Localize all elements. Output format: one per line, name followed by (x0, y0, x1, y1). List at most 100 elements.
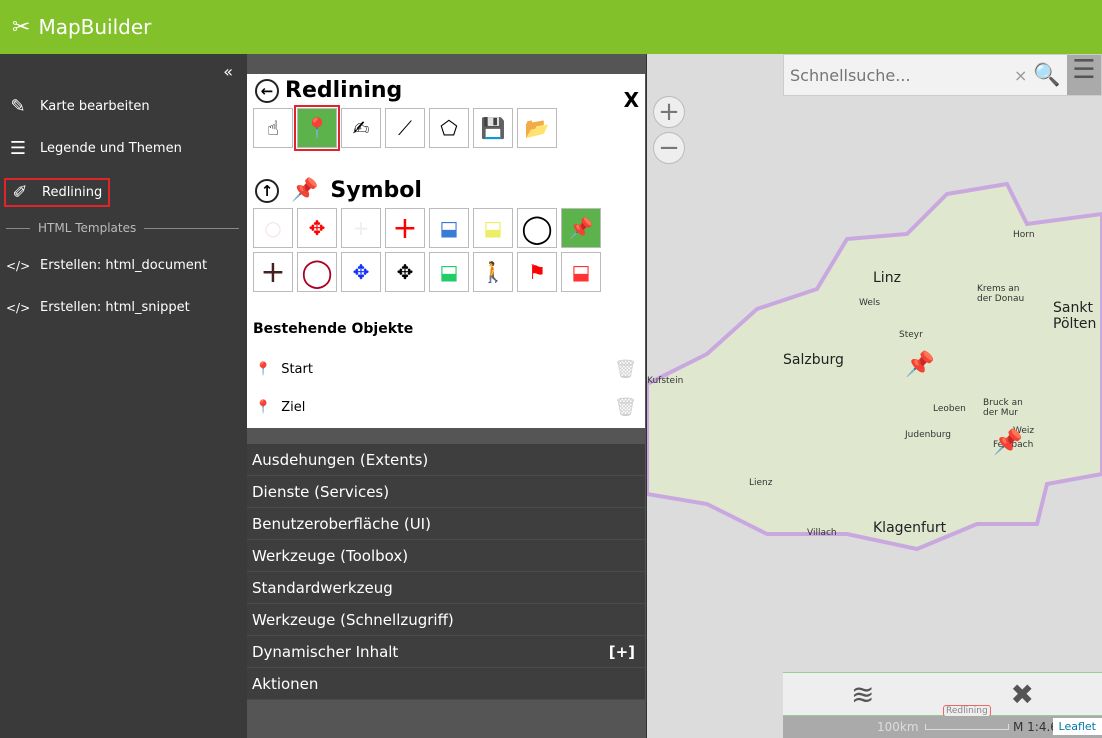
symbol-circle-black[interactable]: ◯ (517, 208, 557, 248)
city-label: Wels (859, 298, 881, 308)
accordion-quick-tools[interactable]: Werkzeuge (Schnellzugriff) (247, 604, 645, 636)
symbol-circle-crimson[interactable]: ◯ (297, 252, 337, 292)
menu-icon[interactable]: ☰ (1067, 55, 1101, 95)
city-label: Lienz (749, 478, 773, 488)
accordion-extents[interactable]: Ausdehungen (Extents) (247, 444, 645, 476)
map-marker-icon: 📍 (255, 400, 272, 415)
redlining-panel: ← Redlining X ☝ 📍 ✍ ⟋ ⬠ 💾 📂 ↑ 📌 Symbol ○ ✥ … (247, 74, 645, 428)
list-icon: ☰ (9, 138, 27, 159)
symbol-arrows-red[interactable]: ✥ (297, 208, 337, 248)
trash-icon[interactable]: 🗑 (614, 397, 637, 418)
map-view[interactable]: Linz Salzburg Sankt Pölten Klagenfurt We… (647, 54, 1102, 738)
polyline-button[interactable]: ⟋ (385, 108, 425, 148)
polygon-button[interactable]: ⬠ (429, 108, 469, 148)
accordion-label: Werkzeuge (Toolbox) (252, 546, 409, 565)
accordion-toolbox[interactable]: Werkzeuge (Toolbox) (247, 540, 645, 572)
up-arrow-icon[interactable]: ↑ (255, 178, 279, 203)
search-input[interactable] (784, 65, 1014, 85)
redlining-toolbar: ☝ 📍 ✍ ⟋ ⬠ 💾 📂 (253, 105, 557, 151)
code-icon: </> (6, 300, 31, 315)
city-label: Krems an der Donau (977, 284, 1025, 304)
object-label: Start (281, 362, 313, 377)
accordion-dynamic-content[interactable]: Dynamischer Inhalt [+] (247, 636, 645, 668)
accordion-label: Benutzeroberfläche (UI) (252, 514, 431, 533)
scale-bar: 100km M 1:4.6 Leaflet (783, 716, 1102, 738)
pan-hand-button[interactable]: ☝ (253, 108, 293, 148)
layers-icon[interactable]: ≋ (851, 678, 874, 711)
symbol-arrows-black[interactable]: ✥ (385, 252, 425, 292)
city-label: Salzburg (783, 352, 844, 368)
accordion-ui[interactable]: Benutzeroberfläche (UI) (247, 508, 645, 540)
accordion-label: Aktionen (252, 674, 319, 693)
city-label: Klagenfurt (873, 520, 947, 536)
symbol-cross-red[interactable]: + (385, 208, 425, 248)
city-label: Judenburg (905, 430, 951, 440)
zoom-in-button[interactable]: + (653, 96, 685, 128)
accordion-label: Ausdehungen (Extents) (252, 450, 429, 469)
app-title: MapBuilder (38, 15, 152, 39)
sidebar-item-karte-bearbeiten[interactable]: ✎ Karte bearbeiten (6, 96, 150, 117)
symbol-marker-green[interactable]: ⬓ (429, 252, 469, 292)
section-label: HTML Templates (38, 221, 137, 235)
open-folder-button[interactable]: 📂 (517, 108, 557, 148)
symbol-hitchhiker[interactable]: 🚶 (473, 252, 513, 292)
symbol-marker-blue[interactable]: ⬓ (429, 208, 469, 248)
symbol-cross-white[interactable]: + (341, 208, 381, 248)
pin-icon: 📌 (291, 178, 319, 203)
point-marker-button[interactable]: 📍 (294, 105, 340, 151)
city-label: Kufstein (647, 376, 684, 386)
symbol-arrows-blue[interactable]: ✥ (341, 252, 381, 292)
scale-ratio: M 1:4.6 (1013, 720, 1058, 734)
sidebar-item-label: Karte bearbeiten (40, 99, 150, 114)
accordion-actions[interactable]: Aktionen (247, 668, 645, 700)
trash-icon[interactable]: 🗑 (614, 359, 637, 380)
symbol-grid: ○ ✥ + + ⬓ ⬓ ◯ 📌 + ◯ ✥ ✥ ⬓ 🚶 ⚑ ⬓ (253, 208, 601, 292)
accordion-label: Standardwerkzeug (252, 578, 393, 597)
city-label: Bruck an der Mur (983, 398, 1023, 418)
search-icon[interactable]: 🔍 (1033, 63, 1060, 88)
app-header: ✂ MapBuilder (0, 0, 1102, 54)
sidebar: « ✎ Karte bearbeiten ☰ Legende und Themen … (0, 54, 247, 738)
sidebar-item-html-document[interactable]: </> Erstellen: html_document (6, 258, 207, 273)
symbol-golf-flag[interactable]: ⚑ (517, 252, 557, 292)
pen-icon: ✐ (12, 182, 28, 203)
pushpin-marker-start[interactable]: 📌 (905, 350, 935, 378)
city-label: Villach (807, 528, 837, 538)
object-label: Ziel (281, 400, 306, 415)
symbol-marker-red[interactable]: ⬓ (561, 252, 601, 292)
sidebar-item-legende[interactable]: ☰ Legende und Themen (6, 138, 182, 159)
symbol-circle-pink[interactable]: ○ (253, 208, 293, 248)
zoom-out-button[interactable]: − (653, 132, 685, 164)
collapse-sidebar-button[interactable]: « (223, 62, 233, 81)
symbol-pushpin[interactable]: 📌 (561, 208, 601, 248)
accordion-label: Dynamischer Inhalt (252, 642, 399, 661)
scale-label: 100km (877, 720, 919, 734)
accordion-services[interactable]: Dienste (Services) (247, 476, 645, 508)
pushpin-marker-ziel[interactable]: 📌 (993, 428, 1023, 456)
list-item[interactable]: 📍 Ziel 🗑 (255, 397, 637, 418)
panel-title: Redlining (285, 78, 403, 103)
quick-search: × 🔍 ☰ (783, 54, 1102, 96)
freehand-draw-button[interactable]: ✍ (341, 108, 381, 148)
settings-accordion: Ausdehungen (Extents) Dienste (Services)… (247, 444, 645, 700)
list-item[interactable]: 📍 Start 🗑 (255, 359, 637, 380)
city-label: Linz (873, 270, 901, 286)
code-icon: </> (6, 258, 31, 273)
city-label: Sankt Pölten (1053, 300, 1097, 332)
accordion-default-tool[interactable]: Standardwerkzeug (247, 572, 645, 604)
save-button[interactable]: 💾 (473, 108, 513, 148)
city-label: Leoben (933, 404, 966, 414)
symbol-cross-dark[interactable]: + (253, 252, 293, 292)
back-arrow-icon[interactable]: ← (255, 78, 279, 103)
clear-search-button[interactable]: × (1014, 66, 1027, 85)
pencil-icon: ✎ (10, 96, 26, 117)
accordion-label: Dienste (Services) (252, 482, 390, 501)
close-button[interactable]: X (624, 88, 639, 112)
sidebar-item-label: Legende und Themen (40, 141, 182, 156)
expand-button[interactable]: [+] (609, 643, 635, 661)
sidebar-item-redlining[interactable]: ✐ Redlining (3, 178, 111, 207)
tools-icon[interactable]: ✖ (1011, 678, 1034, 711)
sidebar-item-html-snippet[interactable]: </> Erstellen: html_snippet (6, 300, 190, 315)
symbol-marker-yellow[interactable]: ⬓ (473, 208, 513, 248)
leaflet-attribution-link[interactable]: Leaflet (1052, 718, 1102, 735)
